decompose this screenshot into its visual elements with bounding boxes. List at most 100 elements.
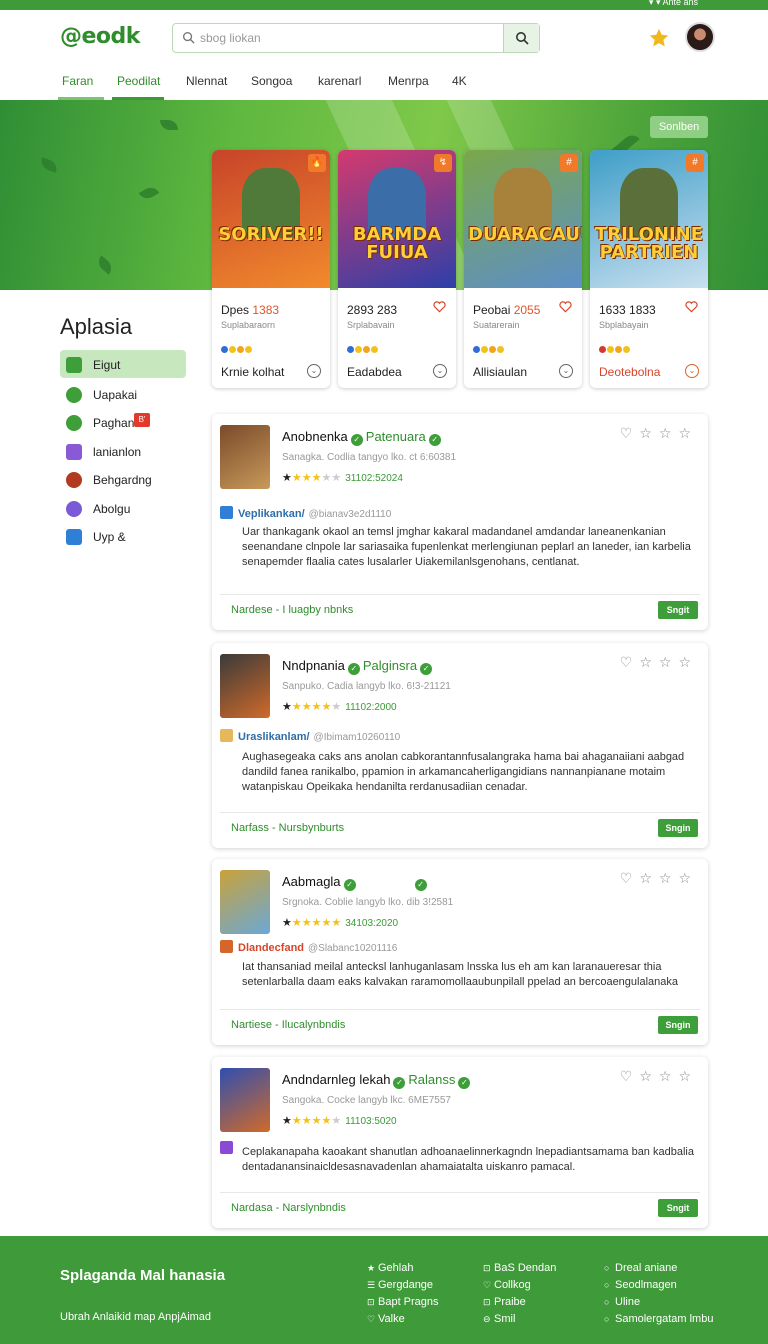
game-card-footer[interactable]: Allisiaulan (473, 365, 527, 379)
more-options-icon[interactable]: ⌄ (433, 364, 447, 378)
review-action-button[interactable]: Sngit (658, 601, 698, 619)
sidebar-item[interactable]: Abolgu (60, 494, 186, 522)
tab-songoa[interactable]: Songoa (251, 74, 292, 88)
star-outline-icon[interactable]: ☆ (678, 870, 698, 886)
footer-link[interactable]: ⊖ Smil (483, 1311, 556, 1328)
footer-link[interactable]: ○ Uline (604, 1294, 713, 1311)
app-name[interactable]: Aabmagla ✓ ✓ (282, 874, 430, 891)
app-name[interactable]: Nndpnania ✓ Palginsra ✓ (282, 658, 435, 675)
sidebar-item[interactable]: lanianlon (60, 437, 186, 465)
star-icon: ★ (311, 1115, 322, 1127)
review-card: Aabmagla ✓ ✓ Srgnoka. Coblie langyb lko. di… (212, 859, 708, 1045)
game-card[interactable]: TRILONINE PARTRIEN #1633 1833 Sbplabayain D… (590, 150, 708, 388)
app-name[interactable]: Andndarnleg lekah ✓ Ralanss ✓ (282, 1072, 473, 1089)
star-outline-icon[interactable]: ☆ (678, 1068, 698, 1084)
review-footer-link[interactable]: Nardasa - Narslynbndis (231, 1202, 346, 1214)
review-action-button[interactable]: Sngin (658, 1016, 698, 1034)
review-action-button[interactable]: Sngit (658, 1199, 698, 1217)
heart-icon[interactable]: ♡ (620, 1068, 640, 1084)
search-placeholder[interactable]: sbog liokan (200, 31, 261, 45)
tab-karenarl[interactable]: karenarl (318, 74, 361, 88)
heart-icon[interactable]: ♡ (620, 654, 640, 670)
verified-check-icon: ✓ (420, 663, 433, 675)
footer-link[interactable]: ⊡ Bapt Pragns (367, 1294, 439, 1311)
more-options-icon[interactable]: ⌄ (307, 364, 321, 378)
star-outline-icon[interactable]: ☆ (678, 654, 698, 670)
star-outline-icon[interactable]: ☆ (659, 654, 679, 670)
footer-link[interactable]: ⊡ Praibe (483, 1294, 556, 1311)
app-thumbnail[interactable] (220, 870, 270, 934)
search-button[interactable] (503, 24, 539, 52)
tab-peodilat[interactable]: Peodilat (117, 74, 160, 88)
reviewer-name[interactable]: Uraslikanlam/ (238, 731, 310, 743)
footer-link[interactable]: ⊡ BaS Dendan (483, 1260, 556, 1277)
sidebar-item[interactable]: Uapakai (60, 380, 186, 408)
tab-menrpa[interactable]: Menrpa (388, 74, 429, 88)
review-date: @bianav3e2d1110 (308, 509, 392, 520)
game-art-title: DUARACAUUI (468, 224, 582, 245)
star-outline-icon[interactable]: ☆ (639, 425, 659, 441)
reviewer-name[interactable]: Veplikankan/ (238, 508, 305, 520)
heart-icon[interactable]: ♡ (620, 870, 640, 886)
rating-dot (229, 346, 236, 353)
star-outline-icon[interactable]: ☆ (639, 654, 659, 670)
footer-link[interactable]: ○ Seodlmagen (604, 1277, 713, 1294)
star-outline-icon[interactable]: ☆ (659, 1068, 679, 1084)
footer-link[interactable]: ★ Gehlah (367, 1260, 439, 1277)
game-card[interactable]: BARMDA FUIUA ↯ 2893 283 Srplabavain Eadabdea… (338, 150, 456, 388)
sidebar-item[interactable]: Eigut (60, 350, 186, 378)
star-outline-icon[interactable]: ☆ (639, 1068, 659, 1084)
footer-link[interactable]: ♡ Collkog (483, 1277, 556, 1294)
tab-4k[interactable]: 4K (452, 74, 467, 88)
app-name[interactable]: Anobnenka ✓ Patenuara ✓ (282, 429, 444, 446)
heart-icon[interactable] (685, 301, 698, 313)
more-options-icon[interactable]: ⌄ (685, 364, 699, 378)
review-footer-link[interactable]: Narfass - Nursbynburts (231, 822, 344, 834)
game-card-footer[interactable]: Eadabdea (347, 365, 402, 379)
app-thumbnail[interactable] (220, 654, 270, 718)
star-outline-icon[interactable]: ☆ (659, 425, 679, 441)
favorites-star-icon[interactable] (648, 27, 670, 49)
star-outline-icon[interactable]: ☆ (678, 425, 698, 441)
leaf-decoration (160, 120, 178, 130)
game-card-footer[interactable]: Deotebolna (599, 365, 660, 379)
review-footer-link[interactable]: Nardese - I luagby nbnks (231, 604, 353, 616)
game-card[interactable]: SORIVER!! 🔥 Dpes 1383 Suplabaraorn Krnie kol… (212, 150, 330, 388)
sort-button[interactable]: Sonlben (650, 116, 708, 138)
game-card-footer[interactable]: Krnie kolhat (221, 365, 284, 379)
app-thumbnail[interactable] (220, 425, 270, 489)
heart-icon[interactable] (433, 301, 446, 313)
footer-link-icon: ⊡ (483, 1263, 491, 1273)
star-rating: ★★★★★★ 11103:5020 (282, 1114, 397, 1127)
logo[interactable]: @eodk (60, 24, 140, 49)
star-outline-icon[interactable]: ☆ (659, 870, 679, 886)
more-options-icon[interactable]: ⌄ (559, 364, 573, 378)
game-title: Dpes 1383 (221, 303, 279, 317)
tab-faran[interactable]: Faran (62, 74, 93, 88)
rating-dot (497, 346, 504, 353)
card-divider (220, 1192, 700, 1193)
footer-link[interactable]: ○ Dreal aniane (604, 1260, 713, 1277)
heart-icon[interactable] (559, 301, 572, 313)
verified-check-icon: ✓ (458, 1077, 471, 1089)
heart-icon[interactable]: ♡ (620, 425, 640, 441)
reviewer-icon (220, 940, 233, 953)
sidebar-item[interactable]: Behgardng (60, 465, 186, 493)
tab-nlennat[interactable]: Nlennat (186, 74, 227, 88)
reviewer-name[interactable]: Dlandecfand (238, 942, 304, 954)
star-icon: ★ (331, 1115, 342, 1127)
sidebar-item[interactable]: Paghan B' (60, 408, 186, 436)
footer-link[interactable]: ☰ Gergdange (367, 1277, 439, 1294)
star-outline-icon[interactable]: ☆ (639, 870, 659, 886)
search-icon (516, 32, 529, 45)
review-action-button[interactable]: Sngin (658, 819, 698, 837)
footer-link[interactable]: ○ Samolergatam lmbu (604, 1311, 713, 1328)
user-avatar[interactable] (685, 22, 715, 52)
footer-link[interactable]: ♡ Valke (367, 1311, 439, 1328)
game-card[interactable]: DUARACAUUI # Peobai 2055 Suatarerain Allisia… (464, 150, 582, 388)
top-status-strip: ▾ ▾ Ante ans (0, 0, 768, 10)
review-footer-link[interactable]: Nartiese - Ilucalynbndis (231, 1019, 345, 1031)
app-thumbnail[interactable] (220, 1068, 270, 1132)
sidebar-item[interactable]: Uyp & (60, 522, 186, 550)
search-bar[interactable]: sbog liokan (172, 23, 540, 53)
